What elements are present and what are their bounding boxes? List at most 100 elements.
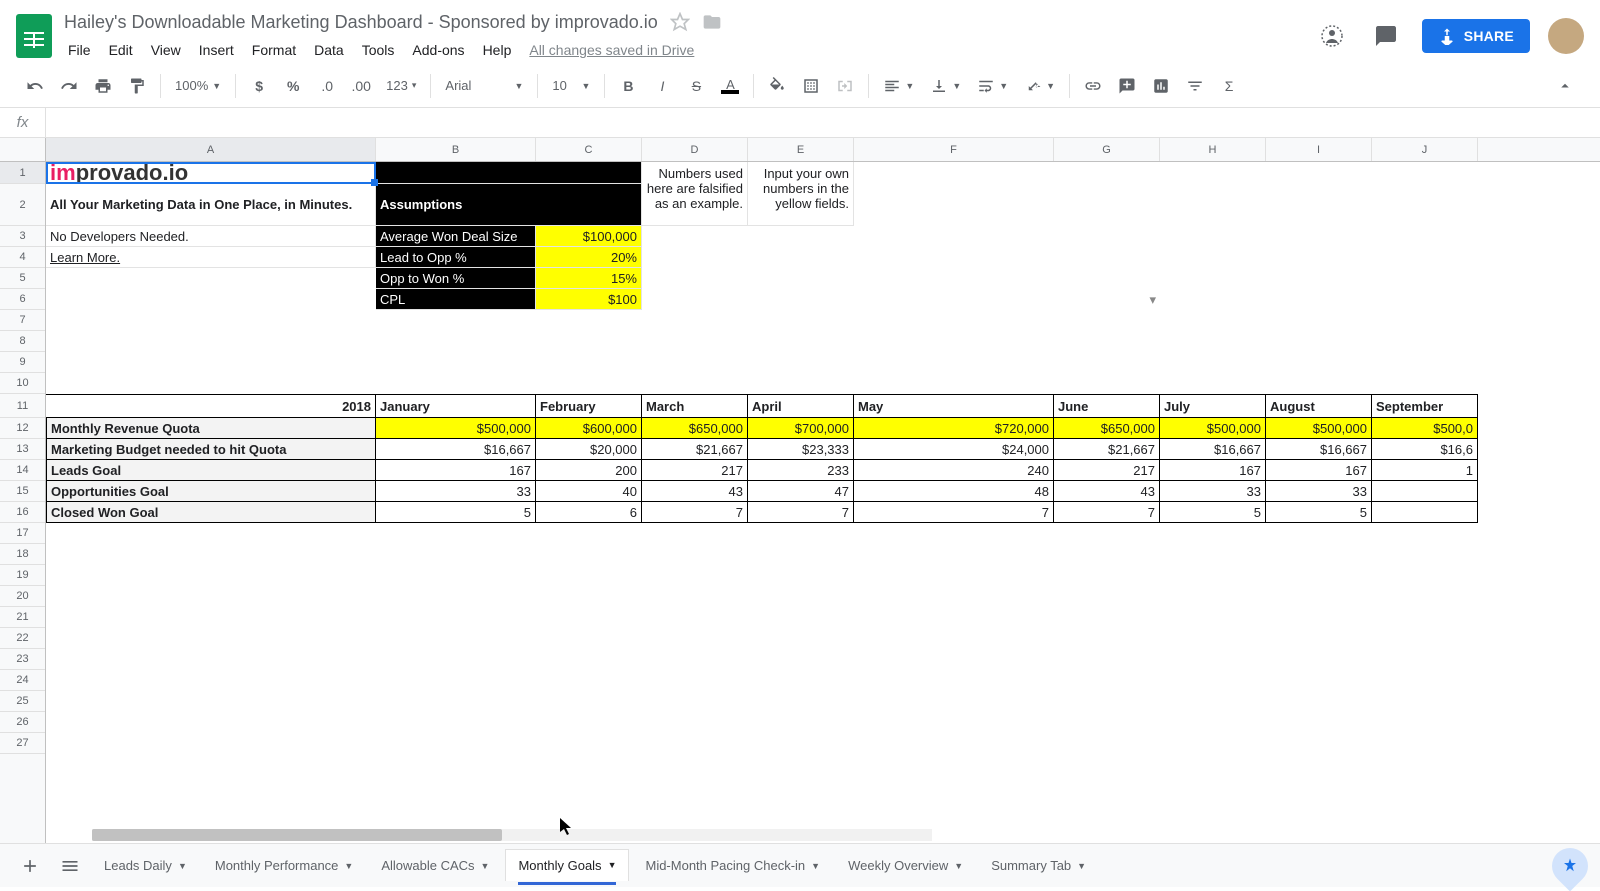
doc-title[interactable]: Hailey's Downloadable Marketing Dashboar… bbox=[60, 12, 658, 33]
sheet-tab-monthly-performance[interactable]: Monthly Performance▼ bbox=[203, 850, 365, 882]
cell[interactable]: Opp to Won % bbox=[376, 268, 536, 289]
explore-icon[interactable] bbox=[1545, 840, 1596, 891]
cell[interactable]: July bbox=[1160, 394, 1266, 418]
font-dropdown[interactable]: Arial▼ bbox=[439, 71, 529, 101]
cell[interactable]: 33 bbox=[1160, 481, 1266, 502]
cell[interactable]: 43 bbox=[642, 481, 748, 502]
bold-icon[interactable]: B bbox=[613, 71, 643, 101]
cell[interactable]: $650,000 bbox=[642, 418, 748, 439]
cell[interactable]: $16,667 bbox=[1160, 439, 1266, 460]
cell[interactable]: Closed Won Goal bbox=[46, 502, 376, 523]
star-icon[interactable] bbox=[670, 12, 690, 32]
cell[interactable]: 233 bbox=[748, 460, 854, 481]
cell[interactable]: 217 bbox=[1054, 460, 1160, 481]
cell[interactable]: 1 bbox=[1372, 460, 1478, 481]
col-header-H[interactable]: H bbox=[1160, 138, 1266, 161]
cell[interactable]: $100,000 bbox=[536, 226, 642, 247]
row-header-1[interactable]: 1 bbox=[0, 162, 45, 184]
horizontal-scrollbar[interactable] bbox=[92, 829, 932, 841]
cell[interactable]: ▾ bbox=[1054, 289, 1160, 310]
cell[interactable]: 167 bbox=[376, 460, 536, 481]
row-header-19[interactable]: 19 bbox=[0, 565, 45, 586]
cell[interactable]: 240 bbox=[854, 460, 1054, 481]
row-header-9[interactable]: 9 bbox=[0, 352, 45, 373]
strikethrough-icon[interactable]: S bbox=[681, 71, 711, 101]
cell[interactable]: 200 bbox=[536, 460, 642, 481]
cell[interactable]: 167 bbox=[1160, 460, 1266, 481]
cell[interactable]: $100 bbox=[536, 289, 642, 310]
redo-icon[interactable] bbox=[54, 71, 84, 101]
cell[interactable]: Leads Goal bbox=[46, 460, 376, 481]
cell[interactable]: $500,000 bbox=[376, 418, 536, 439]
share-button[interactable]: SHARE bbox=[1422, 19, 1530, 53]
cell[interactable]: Learn More. bbox=[46, 247, 376, 268]
insert-comment-icon[interactable] bbox=[1112, 71, 1142, 101]
insert-chart-icon[interactable] bbox=[1146, 71, 1176, 101]
row-header-22[interactable]: 22 bbox=[0, 628, 45, 649]
cell[interactable]: Opportunities Goal bbox=[46, 481, 376, 502]
zoom-dropdown[interactable]: 100%▼ bbox=[169, 71, 227, 101]
menu-add-ons[interactable]: Add-ons bbox=[404, 38, 472, 62]
cell[interactable]: Monthly Revenue Quota bbox=[46, 418, 376, 439]
cell[interactable]: 7 bbox=[854, 502, 1054, 523]
sheet-tab-leads-daily[interactable]: Leads Daily▼ bbox=[92, 850, 199, 882]
cell[interactable]: $21,667 bbox=[1054, 439, 1160, 460]
cell[interactable]: May bbox=[854, 394, 1054, 418]
col-header-J[interactable]: J bbox=[1372, 138, 1478, 161]
row-header-24[interactable]: 24 bbox=[0, 670, 45, 691]
cell[interactable]: $21,667 bbox=[642, 439, 748, 460]
row-header-8[interactable]: 8 bbox=[0, 331, 45, 352]
col-header-G[interactable]: G bbox=[1054, 138, 1160, 161]
cell[interactable]: 7 bbox=[1054, 502, 1160, 523]
cell[interactable]: improvado.io bbox=[46, 162, 376, 184]
row-header-10[interactable]: 10 bbox=[0, 373, 45, 394]
cell[interactable] bbox=[1372, 481, 1478, 502]
row-header-14[interactable]: 14 bbox=[0, 460, 45, 481]
cell[interactable]: 15% bbox=[536, 268, 642, 289]
cell[interactable]: All Your Marketing Data in One Place, in… bbox=[46, 184, 376, 226]
menu-file[interactable]: File bbox=[60, 38, 99, 62]
cell[interactable]: 33 bbox=[1266, 481, 1372, 502]
borders-icon[interactable] bbox=[796, 71, 826, 101]
sheet-tab-allowable-cacs[interactable]: Allowable CACs▼ bbox=[369, 850, 501, 882]
sheet-tab-mid-month-pacing-check-in[interactable]: Mid-Month Pacing Check-in▼ bbox=[633, 850, 832, 882]
cell[interactable] bbox=[1372, 502, 1478, 523]
col-header-I[interactable]: I bbox=[1266, 138, 1372, 161]
cell[interactable]: 7 bbox=[642, 502, 748, 523]
menu-tools[interactable]: Tools bbox=[354, 38, 403, 62]
row-header-21[interactable]: 21 bbox=[0, 607, 45, 628]
cell[interactable]: Marketing Budget needed to hit Quota bbox=[46, 439, 376, 460]
decrement-decimal-icon[interactable]: .0 bbox=[312, 71, 342, 101]
account-dashed-icon[interactable] bbox=[1314, 18, 1350, 54]
functions-icon[interactable]: Σ bbox=[1214, 71, 1244, 101]
fill-color-icon[interactable] bbox=[762, 71, 792, 101]
row-header-4[interactable]: 4 bbox=[0, 247, 45, 268]
row-header-15[interactable]: 15 bbox=[0, 481, 45, 502]
number-format-dropdown[interactable]: 123▾ bbox=[380, 71, 422, 101]
all-sheets-icon[interactable] bbox=[52, 848, 88, 884]
currency-icon[interactable]: $ bbox=[244, 71, 274, 101]
col-header-E[interactable]: E bbox=[748, 138, 854, 161]
sheet-tab-weekly-overview[interactable]: Weekly Overview▼ bbox=[836, 850, 975, 882]
cell[interactable]: $16,6 bbox=[1372, 439, 1478, 460]
cell[interactable]: 20% bbox=[536, 247, 642, 268]
cell[interactable]: $700,000 bbox=[748, 418, 854, 439]
filter-icon[interactable] bbox=[1180, 71, 1210, 101]
menu-edit[interactable]: Edit bbox=[101, 38, 141, 62]
cell[interactable]: 5 bbox=[1160, 502, 1266, 523]
cell[interactable]: $16,667 bbox=[376, 439, 536, 460]
cell[interactable]: $600,000 bbox=[536, 418, 642, 439]
cell[interactable]: $16,667 bbox=[1266, 439, 1372, 460]
row-header-23[interactable]: 23 bbox=[0, 649, 45, 670]
cell[interactable]: 217 bbox=[642, 460, 748, 481]
cell[interactable]: $24,000 bbox=[854, 439, 1054, 460]
menu-insert[interactable]: Insert bbox=[191, 38, 242, 62]
col-header-B[interactable]: B bbox=[376, 138, 536, 161]
cell[interactable] bbox=[376, 162, 642, 184]
insert-link-icon[interactable] bbox=[1078, 71, 1108, 101]
merge-cells-icon[interactable] bbox=[830, 71, 860, 101]
increment-decimal-icon[interactable]: .00 bbox=[346, 71, 376, 101]
cell[interactable]: 2018 bbox=[46, 394, 376, 418]
menu-data[interactable]: Data bbox=[306, 38, 352, 62]
cell[interactable]: 48 bbox=[854, 481, 1054, 502]
